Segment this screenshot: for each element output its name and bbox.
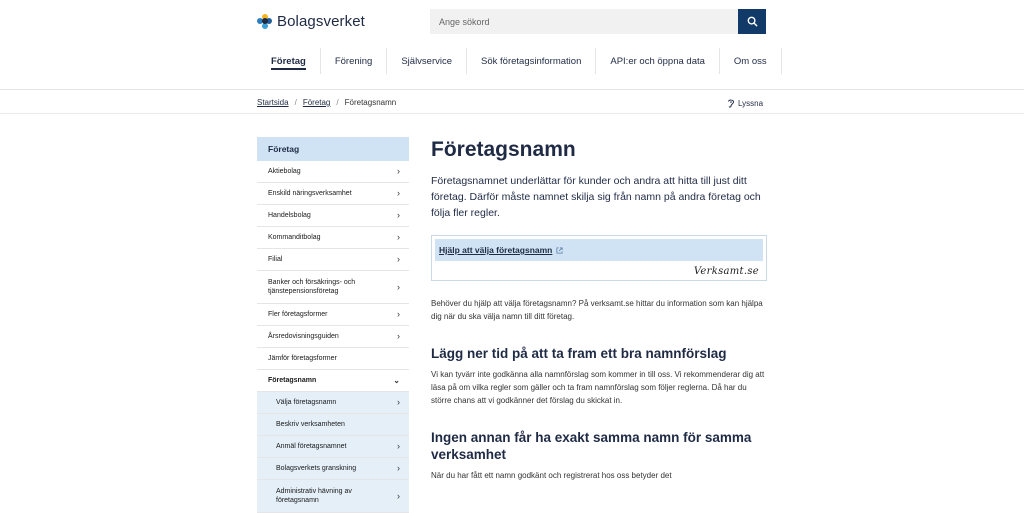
- page-title: Företagsnamn: [431, 138, 576, 161]
- main-nav: Företag Förening Självservice Sök företa…: [257, 48, 782, 74]
- chevron-right-icon: ›: [397, 232, 400, 242]
- side-navigation: Företag Aktiebolag › Enskild näringsverks…: [257, 137, 409, 513]
- search-input[interactable]: [430, 9, 738, 34]
- sidenav-subitem-beskriv-verksamheten[interactable]: Beskriv verksamheten: [257, 414, 409, 436]
- search-button[interactable]: [738, 9, 766, 34]
- sidenav-item-jamfor-foretagsformer[interactable]: Jämför företagsformer: [257, 348, 409, 370]
- ear-icon: [728, 99, 735, 108]
- bolagsverket-logo-icon: [257, 13, 272, 29]
- nav-item-sjalvservice[interactable]: Självservice: [386, 48, 466, 74]
- chevron-right-icon: ›: [397, 281, 400, 292]
- sidenav-item-handelsbolag[interactable]: Handelsbolag ›: [257, 205, 409, 227]
- sidenav-item-aktiebolag[interactable]: Aktiebolag ›: [257, 161, 409, 183]
- chevron-right-icon: ›: [397, 490, 400, 501]
- listen-button[interactable]: Lyssna: [727, 98, 763, 108]
- paragraph-namnforslag: Vi kan tyvärr inte godkänna alla namnför…: [431, 370, 765, 405]
- external-link-icon: [556, 246, 563, 254]
- breadcrumb-bar: Startsida / Företag / Företagsnamn Lyssn…: [0, 91, 1024, 114]
- paragraph-samma-namn: När du har fått ett namn godkänt och reg…: [431, 471, 672, 480]
- main-content: Företagsnamn Företagsnamnet underlättar …: [431, 137, 767, 482]
- heading-namnforslag: Lägg ner tid på att ta fram ett bra namn…: [431, 346, 727, 361]
- nav-item-foretag[interactable]: Företag: [257, 48, 320, 74]
- listen-label: Lyssna: [738, 98, 764, 108]
- sidenav-heading[interactable]: Företag: [257, 137, 409, 161]
- sidenav-subitem-anmal-foretagsnamnet[interactable]: Anmäl företagsnamnet ›: [257, 436, 409, 458]
- nav-item-api-oppna-data[interactable]: API:er och öppna data: [595, 48, 719, 74]
- sidenav-subitem-bolagsverkets-granskning[interactable]: Bolagsverkets granskning ›: [257, 458, 409, 480]
- nav-item-forening[interactable]: Förening: [319, 48, 387, 74]
- chevron-right-icon: ›: [397, 210, 400, 220]
- sidenav-item-arsredovisningsguiden[interactable]: Årsredovisningsguiden ›: [257, 326, 409, 348]
- breadcrumb: Startsida / Företag / Företagsnamn: [257, 98, 396, 107]
- chevron-right-icon: ›: [397, 309, 400, 319]
- chevron-right-icon: ›: [397, 397, 400, 407]
- sidenav-item-foretagsnamn[interactable]: Företagsnamn ⌄: [257, 370, 409, 392]
- ingress-text: Företagsnamnet underlättar för kunder oc…: [431, 175, 761, 219]
- search-bar: [430, 9, 766, 34]
- logo-text: Bolagsverket: [277, 12, 365, 30]
- breadcrumb-current: Företagsnamn: [344, 98, 397, 107]
- chevron-right-icon: ›: [397, 331, 400, 341]
- chevron-down-icon: ⌄: [393, 376, 400, 385]
- breadcrumb-startsida[interactable]: Startsida: [257, 98, 289, 107]
- chevron-right-icon: ›: [397, 441, 400, 451]
- chevron-right-icon: ›: [397, 166, 400, 176]
- verksamt-logo-text: Verksamt.se: [693, 266, 759, 277]
- nav-item-sok-foretagsinformation[interactable]: Sök företagsinformation: [466, 48, 595, 74]
- breadcrumb-foretag[interactable]: Företag: [303, 98, 331, 107]
- sidenav-subitem-administrativ-havning[interactable]: Administrativ hävning av företagsnamn ›: [257, 480, 409, 513]
- verksamt-promo-box: Hjälp att välja företagsnamn Verksamt.se: [431, 235, 767, 281]
- chevron-right-icon: ›: [397, 463, 400, 473]
- promo-link-bar: Hjälp att välja företagsnamn: [435, 239, 763, 261]
- breadcrumb-separator: /: [336, 98, 339, 107]
- sidenav-item-kommanditbolag[interactable]: Kommanditbolag ›: [257, 227, 409, 249]
- chevron-right-icon: ›: [397, 254, 400, 264]
- sidenav-item-banker[interactable]: Banker och försäkrings- och tjänstepensi…: [257, 271, 409, 304]
- site-header: Bolagsverket Företag Förening Självservi…: [0, 0, 1024, 90]
- heading-samma-namn: Ingen annan får ha exakt samma namn för …: [431, 430, 752, 462]
- sidenav-item-filial[interactable]: Filial ›: [257, 249, 409, 271]
- breadcrumb-separator: /: [294, 98, 297, 107]
- nav-item-om-oss[interactable]: Om oss: [718, 48, 782, 74]
- sidenav-item-enskild-naringsverksamhet[interactable]: Enskild näringsverksamhet ›: [257, 183, 409, 205]
- logo[interactable]: Bolagsverket: [257, 12, 365, 30]
- promo-link[interactable]: Hjälp att välja företagsnamn: [439, 245, 552, 255]
- search-icon: [747, 16, 758, 27]
- sidenav-subitem-valja-foretagsnamn[interactable]: Välja företagsnamn ›: [257, 392, 409, 414]
- chevron-right-icon: ›: [397, 188, 400, 198]
- paragraph-verksamt: Behöver du hjälp att välja företagsnamn?…: [431, 299, 763, 321]
- sidenav-item-fler-foretagsformer[interactable]: Fler företagsformer ›: [257, 304, 409, 326]
